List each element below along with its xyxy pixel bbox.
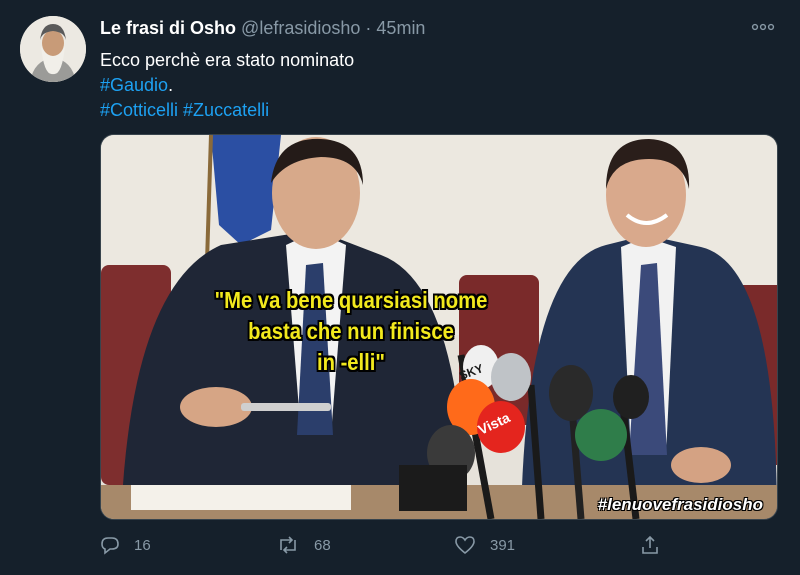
tweet-text-line: Ecco perchè era stato nominato xyxy=(100,50,355,70)
meme-caption-line: "Me va bene quarsiasi nome xyxy=(214,287,488,313)
reply-button[interactable]: 16 xyxy=(100,530,151,560)
meme-caption: "Me va bene quarsiasi nome basta che nun… xyxy=(131,285,571,378)
share-button[interactable] xyxy=(640,530,674,560)
tweet-header: Le frasi di Osho @lefrasidiosho · 45min xyxy=(100,18,425,39)
reply-icon xyxy=(101,537,119,555)
like-button[interactable]: 391 xyxy=(454,530,515,560)
tweet-timestamp[interactable]: 45min xyxy=(376,18,425,38)
punctuation: . xyxy=(168,75,174,95)
retweet-count: 68 xyxy=(314,536,331,554)
like-icon xyxy=(455,536,475,555)
hashtag-link[interactable]: #Zuccatelli xyxy=(183,100,269,120)
author-name[interactable]: Le frasi di Osho xyxy=(100,18,236,38)
tweet-text-line: #Gaudio. xyxy=(100,73,354,98)
avatar[interactable] xyxy=(20,16,86,82)
tweet-text-line: #Cotticelli #Zuccatelli xyxy=(100,98,354,123)
reply-count: 16 xyxy=(134,536,151,554)
tweet[interactable]: Le frasi di Osho @lefrasidiosho · 45min … xyxy=(0,0,800,575)
hashtag-link[interactable]: #Gaudio xyxy=(100,75,168,95)
meme-caption-line: basta che nun finisce xyxy=(248,318,454,344)
tweet-media-image[interactable]: SKY Vista "Me va bene quarsiasi nome bas… xyxy=(100,134,778,520)
author-handle[interactable]: @lefrasidiosho xyxy=(241,18,360,38)
separator-dot: · xyxy=(365,18,372,38)
image-watermark: #lenuovefrasidiosho xyxy=(597,495,763,514)
tweet-actions: 16 68 391 xyxy=(100,530,700,560)
avatar-portrait-icon xyxy=(20,16,86,82)
ellipsis-icon xyxy=(751,23,775,31)
like-count: 391 xyxy=(490,536,516,554)
retweet-icon xyxy=(280,536,296,554)
retweet-button[interactable]: 68 xyxy=(276,530,331,560)
tweet-text: Ecco perchè era stato nominato #Gaudio. … xyxy=(100,48,354,123)
more-options-button[interactable] xyxy=(748,16,778,42)
share-icon xyxy=(642,535,658,554)
meme-caption-line: in -elli" xyxy=(316,349,386,375)
hashtag-link[interactable]: #Cotticelli xyxy=(100,100,178,120)
